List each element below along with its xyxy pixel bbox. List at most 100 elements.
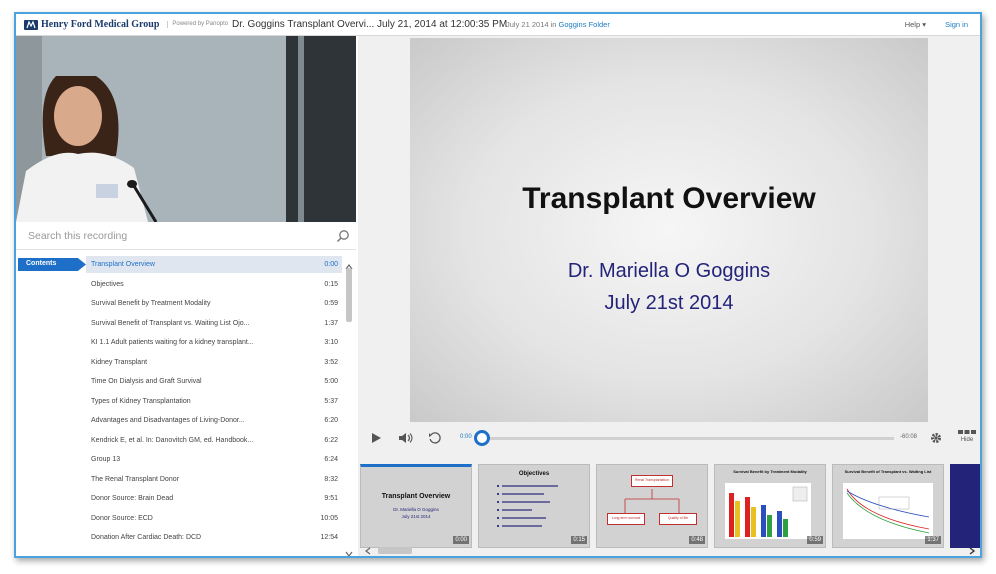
toc-item-label: Objectives [91, 280, 124, 288]
toc-item[interactable]: Transplant Overview 0:00 [86, 256, 342, 273]
thumbnail-slide-partial[interactable] [950, 464, 980, 548]
hide-thumbnails-button[interactable]: Hide [958, 430, 976, 443]
recording-title: Dr. Goggins Transplant Overvi... July 21… [232, 19, 508, 30]
thumbnail-slide[interactable]: Survival Benefit of Transplant vs. Waiti… [832, 464, 944, 548]
folder-link[interactable]: Goggins Folder [559, 20, 610, 29]
help-menu[interactable]: Help ▾ [905, 20, 926, 29]
table-of-contents: Transplant Overview 0:00 Objectives 0:15 S… [86, 256, 342, 556]
toc-item-label: Kendrick E, et al. In: Danovitch GM, ed.… [91, 436, 254, 444]
toc-item-label: Donation After Cardiac Death: DCD [91, 534, 202, 541]
toc-item[interactable]: Group 13 6:24 [86, 451, 342, 468]
toc-item-time: 5:00 [324, 378, 338, 385]
toc-item-time: 6:22 [324, 436, 338, 444]
toc-item-label: Advantages and Disadvantages of Living-D… [91, 417, 245, 424]
scroll-right-icon[interactable] [968, 547, 976, 555]
search-input[interactable]: Search this recording [28, 230, 127, 242]
thumbnail-scrollbar[interactable] [358, 544, 980, 556]
toc-item-label: Donor Source: ECD [91, 514, 153, 522]
app-window: Henry Ford Medical Group Powered by Pano… [14, 12, 982, 558]
top-bar: Henry Ford Medical Group Powered by Pano… [16, 14, 980, 36]
thumbnail-slide[interactable]: Objectives 0:15 [478, 464, 590, 548]
thumb-title: Objectives [518, 471, 550, 477]
toc-item[interactable]: Objectives 0:15 [86, 276, 342, 293]
thumb-title: Transplant Overview [381, 493, 451, 500]
thumb-time: 0:00 [453, 536, 469, 544]
toc-item-label: Types of Kidney Transplantation [91, 397, 191, 405]
toc-item[interactable]: Types of Kidney Transplantation 5:37 [86, 393, 342, 410]
toc-item[interactable]: Kendrick E, et al. In: Danovitch GM, ed.… [86, 432, 342, 449]
toc-item-time: 3:10 [324, 339, 338, 346]
sign-in-link[interactable]: Sign in [945, 20, 968, 29]
toc-item-label: Group 13 [91, 456, 121, 463]
slide-presenter: Dr. Mariella O Goggins [567, 260, 771, 282]
powered-by: Powered by Panopto [167, 21, 228, 28]
thumb-title: Survival Benefit of Transplant vs. Waiti… [844, 469, 932, 474]
slide-view: Transplant Overview Dr. Mariella O Goggi… [410, 38, 928, 422]
right-panel: Transplant Overview Dr. Mariella O Goggi… [358, 36, 980, 556]
thumb-box: Long term survival [607, 513, 645, 525]
toc-item-label: The Renal Transplant Donor [91, 475, 179, 483]
left-panel: Search this recording Contents Transplan… [16, 36, 356, 558]
toc-scrollbar[interactable] [344, 258, 354, 558]
toc-item[interactable]: Advantages and Disadvantages of Living-D… [86, 412, 342, 429]
folder-info: July 21 2014 in Goggins Folder [506, 20, 610, 29]
settings-gear-icon[interactable] [930, 432, 942, 444]
scroll-left-icon[interactable] [364, 547, 372, 555]
elapsed-time: 0:00 [460, 434, 472, 440]
toc-item-time: 0:00 [324, 261, 338, 268]
tab-contents[interactable]: Contents [18, 258, 86, 271]
player-controls: 0:00 -60:08 Hide [358, 426, 980, 450]
volume-icon[interactable] [398, 432, 414, 444]
toc-item[interactable]: Donor Source: Brain Dead 9:51 [86, 490, 342, 507]
toc-item-label: Time On Dialysis and Graft Survival [91, 378, 202, 385]
toc-item[interactable]: Kidney Transplant 3:52 [86, 354, 342, 371]
hide-label: Hide [960, 437, 974, 443]
thumbnail-slide[interactable]: Renal Transplantation Long term survival… [596, 464, 708, 548]
toc-item[interactable]: Donation After Cardiac Death: DCD 12:54 [86, 529, 342, 546]
thumb-title: Survival Benefit by Treatment Modality [733, 469, 807, 474]
seek-bar[interactable] [486, 437, 894, 440]
toc-scroll-thumb[interactable] [346, 268, 352, 322]
rewind-icon[interactable] [428, 431, 442, 445]
toc-item-time: 12:54 [320, 534, 338, 541]
thumbnail-slide[interactable]: Transplant Overview Dr. Mariella O Goggi… [360, 464, 472, 548]
toc-item-label: Transplant Overview [91, 261, 155, 268]
toc-item-time: 0:15 [324, 280, 338, 288]
thumbnail-scroll-thumb[interactable] [378, 547, 412, 554]
bar-chart-graphic [725, 483, 811, 539]
toc-item[interactable]: Survival Benefit by Treatment Modality 0:… [86, 295, 342, 312]
toc-item-time: 3:52 [324, 358, 338, 366]
presenter-video[interactable] [16, 36, 356, 222]
seek-handle[interactable] [474, 430, 490, 446]
toc-item[interactable]: Survival Benefit of Transplant vs. Waiti… [86, 315, 342, 332]
thumbnail-slide[interactable]: Survival Benefit by Treatment Modality 0… [714, 464, 826, 548]
thumb-box: Quality of life [659, 513, 697, 525]
toc-item[interactable]: Donor Source: ECD 10:05 [86, 510, 342, 527]
thumb-time: 0:48 [689, 536, 705, 544]
filmstrip-icon [958, 430, 976, 434]
search-icon[interactable] [336, 229, 350, 243]
toc-item-label: Kidney Transplant [91, 358, 148, 366]
toc-item-label: Survival Benefit by Treatment Modality [91, 300, 211, 307]
toc-item-label: Survival Benefit of Transplant vs. Waiti… [91, 319, 250, 327]
org-logo[interactable]: Henry Ford Medical Group Powered by Pano… [16, 19, 232, 31]
scroll-down-icon[interactable] [344, 550, 354, 558]
toc-item-time: 10:05 [320, 514, 338, 522]
toc-item-time: 6:20 [324, 417, 338, 424]
play-icon[interactable] [370, 432, 382, 444]
slide-title: Transplant Overview [522, 182, 816, 215]
toc-item-label: Donor Source: Brain Dead [91, 495, 174, 502]
thumb-sub: July 21st 2014 [401, 514, 431, 519]
toc-item[interactable]: Time On Dialysis and Graft Survival 5:00 [86, 373, 342, 390]
thumb-time: 0:15 [571, 536, 587, 544]
toc-item-label: KI 1.1 Adult patients waiting for a kidn… [91, 339, 254, 346]
thumb-time: 0:59 [807, 536, 823, 544]
toc-item[interactable]: The Renal Transplant Donor 8:32 [86, 471, 342, 488]
thumb-sub: Dr. Mariella O Goggins [393, 507, 439, 512]
thumbnail-strip: Transplant Overview Dr. Mariella O Goggi… [358, 452, 980, 548]
toc-item[interactable]: KI 1.1 Adult patients waiting for a kidn… [86, 334, 342, 351]
search-bar[interactable]: Search this recording [16, 224, 356, 250]
video-frame [16, 36, 356, 222]
toc-item-time: 9:51 [324, 495, 338, 502]
toc-item-time: 6:24 [324, 456, 338, 463]
